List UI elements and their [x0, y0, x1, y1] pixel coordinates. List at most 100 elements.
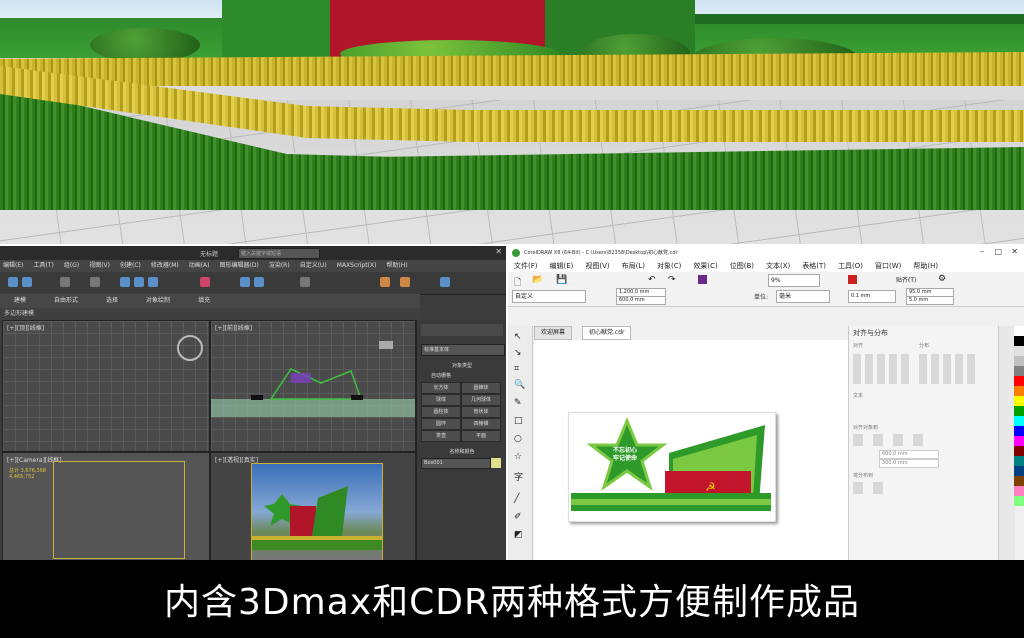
duplicate-y-input[interactable]: 5.0 mm: [906, 296, 954, 305]
zoom-tool-icon[interactable]: 🔍: [514, 380, 525, 390]
ribbon-tab[interactable]: 建模: [0, 294, 40, 308]
mirror-icon[interactable]: [240, 277, 250, 287]
palette-swatch[interactable]: [1014, 496, 1024, 506]
corel-connect-icon[interactable]: [698, 275, 707, 284]
text-tool-icon[interactable]: 字: [514, 470, 523, 483]
docker-tabs[interactable]: [998, 326, 1015, 560]
close-icon[interactable]: ✕: [1011, 247, 1018, 256]
full-screen-icon[interactable]: [848, 275, 857, 284]
line-tool-icon[interactable]: ╱: [514, 494, 519, 504]
max-menu-item[interactable]: MAXScript(X): [334, 260, 380, 272]
snap-to-menu[interactable]: 贴齐(T): [896, 275, 916, 284]
max-menu-item[interactable]: 图形编辑器(D): [217, 260, 262, 272]
minimize-icon[interactable]: –: [980, 247, 984, 256]
palette-swatch[interactable]: [1014, 456, 1024, 466]
panel-tabs[interactable]: [421, 324, 503, 336]
max-menu-item[interactable]: 编辑(E): [0, 260, 26, 272]
rectangle-tool-icon[interactable]: □: [514, 416, 523, 426]
save-icon[interactable]: 💾: [556, 275, 567, 285]
cdr-menu-item[interactable]: 编辑(E): [544, 260, 580, 272]
pick-tool-icon[interactable]: ↖: [514, 332, 522, 342]
primitive-dropdown[interactable]: 标准基本体: [421, 344, 505, 356]
move-icon[interactable]: [120, 277, 130, 287]
layer-icon[interactable]: [300, 277, 310, 287]
distribute-to-buttons[interactable]: [853, 482, 893, 494]
max-search-input[interactable]: 键入关键字或短语: [238, 248, 320, 259]
sphere-button[interactable]: 球体: [421, 394, 461, 406]
box-button[interactable]: 长方体: [421, 382, 461, 394]
torus-button[interactable]: 圆环: [421, 418, 461, 430]
palette-swatch[interactable]: [1014, 476, 1024, 486]
nudge-input[interactable]: 0.1 mm: [848, 290, 896, 303]
page-preset-select[interactable]: 自定义: [512, 290, 586, 303]
tab-welcome[interactable]: 欢迎屏幕: [534, 326, 573, 340]
select-icon[interactable]: [90, 277, 100, 287]
palette-swatch[interactable]: [1014, 336, 1024, 346]
cdr-menu-item[interactable]: 文本(X): [760, 260, 796, 272]
redo-icon[interactable]: ↷: [668, 275, 676, 285]
rotate-icon[interactable]: [134, 277, 144, 287]
drawing-canvas[interactable]: ☭ 不忘初心 牢记使命: [534, 340, 848, 560]
palette-swatch[interactable]: [1014, 396, 1024, 406]
viewcube-icon[interactable]: [177, 335, 203, 361]
freehand-tool-icon[interactable]: ✎: [514, 398, 522, 408]
palette-swatch[interactable]: [1014, 366, 1024, 376]
align-y-input[interactable]: 300.0 mm: [879, 459, 939, 468]
geosphere-button[interactable]: 几何球体: [461, 394, 501, 406]
palette-swatch[interactable]: [1014, 426, 1024, 436]
cdr-menu-item[interactable]: 工具(O): [832, 260, 869, 272]
snap-icon[interactable]: [200, 277, 210, 287]
fill-tool-icon[interactable]: ◩: [514, 530, 523, 540]
max-menu-item[interactable]: 工具(T): [30, 260, 56, 272]
distribute-buttons[interactable]: [919, 354, 979, 384]
material-editor-icon[interactable]: [440, 277, 450, 287]
viewport-camera[interactable]: [+][Camera][线框] 总计 3,676,368 4,465,752: [2, 452, 210, 560]
undo-icon[interactable]: [8, 277, 18, 287]
tube-button[interactable]: 管状体: [461, 406, 501, 418]
palette-swatch[interactable]: [1014, 466, 1024, 476]
shape-tool-icon[interactable]: ↘: [514, 348, 522, 358]
plane-button[interactable]: 平面: [461, 430, 501, 442]
cdr-menu-item[interactable]: 帮助(H): [907, 260, 944, 272]
close-icon[interactable]: ✕: [495, 247, 502, 256]
scale-icon[interactable]: [148, 277, 158, 287]
new-document-icon[interactable]: 🗋: [514, 275, 521, 291]
ellipse-tool-icon[interactable]: ○: [514, 434, 522, 444]
palette-swatch[interactable]: [1014, 346, 1024, 356]
max-menu-item[interactable]: 自定义(U): [297, 260, 330, 272]
render-icon[interactable]: [400, 277, 410, 287]
options-gear-icon[interactable]: ⚙: [938, 274, 946, 284]
palette-swatch[interactable]: [1014, 326, 1024, 336]
palette-swatch[interactable]: [1014, 416, 1024, 426]
link-icon[interactable]: [60, 277, 70, 287]
units-select[interactable]: 毫米: [776, 290, 830, 303]
cdr-menu-item[interactable]: 布局(L): [616, 260, 651, 272]
open-icon[interactable]: 📂: [532, 275, 543, 285]
viewport-perspective[interactable]: [+][透视][真实]: [210, 452, 416, 560]
ribbon-tab[interactable]: 自由形式: [40, 294, 92, 308]
palette-swatch[interactable]: [1014, 406, 1024, 416]
palette-swatch[interactable]: [1014, 436, 1024, 446]
align-x-input[interactable]: 600.0 mm: [879, 450, 939, 459]
cdr-menu-item[interactable]: 视图(V): [579, 260, 615, 272]
palette-swatch[interactable]: [1014, 486, 1024, 496]
align-to-buttons[interactable]: [853, 434, 933, 446]
cdr-menu-item[interactable]: 对象(C): [651, 260, 687, 272]
eyedropper-tool-icon[interactable]: ✐: [514, 512, 522, 522]
max-menu-item[interactable]: 帮助(H): [383, 260, 410, 272]
zoom-select[interactable]: 9%: [768, 274, 820, 287]
crop-tool-icon[interactable]: ⌗: [514, 364, 519, 374]
cdr-menu-item[interactable]: 表格(T): [796, 260, 832, 272]
ribbon-tab[interactable]: 选择: [92, 294, 132, 308]
cdr-menu-item[interactable]: 窗口(W): [869, 260, 907, 272]
polygon-tool-icon[interactable]: ☆: [514, 452, 522, 462]
ribbon-tab[interactable]: 填充: [184, 294, 224, 308]
max-menu-item[interactable]: 渲染(R): [266, 260, 293, 272]
palette-swatch[interactable]: [1014, 446, 1024, 456]
autogrid-checkbox[interactable]: 自动栅格: [431, 372, 451, 379]
max-menu-item[interactable]: 动画(A): [186, 260, 213, 272]
object-name-input[interactable]: Box001: [421, 458, 491, 469]
color-palette[interactable]: [1014, 326, 1024, 560]
max-menu-item[interactable]: 修改器(M): [148, 260, 182, 272]
cone-button[interactable]: 圆锥体: [461, 382, 501, 394]
